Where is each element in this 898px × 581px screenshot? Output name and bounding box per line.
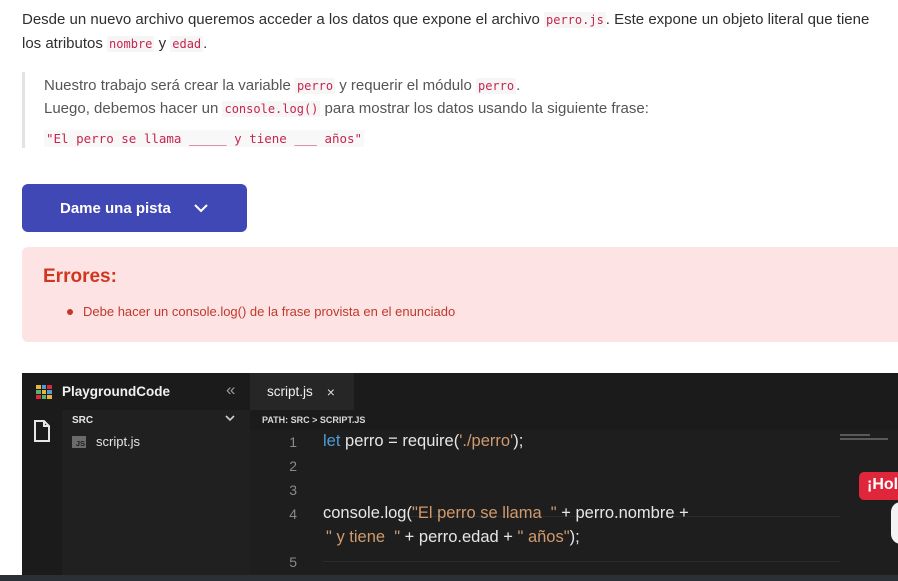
code-token: + perro.edad + <box>400 528 518 546</box>
instructions-blockquote: Nuestro trabajo será crear la variable p… <box>22 72 782 148</box>
intro-text: Desde un nuevo archivo queremos acceder … <box>22 11 544 28</box>
instruction-text: para mostrar los datos usando la siguien… <box>320 99 649 117</box>
greeting-badge[interactable]: ¡Hola <box>859 472 898 500</box>
minimap-line <box>840 438 888 440</box>
bottom-bar <box>0 575 898 581</box>
code-token: + perro.nombre + <box>556 504 689 522</box>
line-number: 1 <box>289 434 297 450</box>
line-number: 3 <box>289 482 297 498</box>
chevron-down-icon <box>225 414 235 425</box>
chevron-down-icon <box>193 203 209 213</box>
intro-text: y <box>154 35 171 52</box>
floating-widget[interactable] <box>891 502 898 544</box>
code-line-4-wrap: " y tiene " + perro.edad + " años"); <box>326 528 580 547</box>
errors-title: Errores: <box>43 266 117 287</box>
path-breadcrumb: PATH: SRC > SCRIPT.JS <box>250 410 898 430</box>
minimap[interactable] <box>840 430 898 581</box>
editor-brand-bar: PlaygroundCode « <box>22 373 250 410</box>
variable-code: perro <box>294 78 336 94</box>
activity-bar <box>22 410 62 581</box>
instruction-text: Luego, debemos hacer un <box>44 99 223 117</box>
attr-nombre-code: nombre <box>107 36 155 52</box>
hint-button-label: Dame una pista <box>60 199 171 217</box>
instruction-text: y requerir el módulo <box>335 77 476 94</box>
string-token: "El perro se llama " <box>411 504 557 522</box>
console-log-code: console.log() <box>222 100 321 117</box>
folder-src[interactable]: SRC <box>62 413 250 429</box>
exercise-intro: Desde un nuevo archivo queremos acceder … <box>22 8 892 56</box>
code-token: perro = require( <box>340 432 460 450</box>
instruction-line-1: Nuestro trabajo será crear la variable p… <box>44 75 782 98</box>
code-token: console.log( <box>323 504 412 522</box>
tab-script-js[interactable]: script.js × <box>250 373 354 410</box>
files-icon[interactable] <box>33 420 51 447</box>
hint-button[interactable]: Dame una pista <box>22 184 247 232</box>
code-editor: PlaygroundCode « script.js × SRC JS scri… <box>22 373 898 581</box>
errors-panel: Errores: Debe hacer un console.log() de … <box>22 247 898 342</box>
instruction-text: Nuestro trabajo será crear la variable <box>44 77 295 94</box>
line-number: 4 <box>289 506 297 522</box>
code-line-1: let perro = require('./perro'); <box>323 432 523 451</box>
close-icon[interactable]: × <box>327 384 335 400</box>
line-number: 5 <box>289 554 297 570</box>
code-token: ); <box>513 432 524 450</box>
instruction-line-2: Luego, debemos hacer un console.log() pa… <box>44 98 782 121</box>
file-label: script.js <box>96 434 141 449</box>
code-token: ); <box>569 528 580 546</box>
line-number: 2 <box>289 458 297 474</box>
phrase-code: "El perro se llama _____ y tiene ___ año… <box>44 130 365 147</box>
file-explorer: SRC JS script.js <box>62 410 250 581</box>
file-code: perro.js <box>544 12 606 28</box>
attr-edad-code: edad <box>170 36 204 52</box>
errors-list: Debe hacer un console.log() de la frase … <box>67 304 455 319</box>
error-item: Debe hacer un console.log() de la frase … <box>67 304 455 319</box>
file-script-js[interactable]: JS script.js <box>72 434 140 449</box>
js-file-icon: JS <box>72 435 86 448</box>
string-token: " y tiene " <box>326 528 401 546</box>
folder-label: SRC <box>72 415 94 426</box>
keyword-token: let <box>323 432 341 450</box>
string-token: './perro' <box>459 432 514 450</box>
tab-label: script.js <box>267 384 313 399</box>
editor-brand: PlaygroundCode <box>62 384 171 399</box>
string-token: " años" <box>517 528 570 546</box>
instruction-text: . <box>516 77 521 94</box>
collapse-sidebar-icon[interactable]: « <box>226 380 235 400</box>
intro-text: . <box>203 35 208 52</box>
editor-tab-bar: script.js × <box>250 373 898 410</box>
code-area[interactable]: 1 2 3 4 5 let perro = require('./perro')… <box>250 430 898 581</box>
minimap-line <box>840 434 870 436</box>
playground-logo-icon <box>36 385 52 399</box>
code-line-4: console.log("El perro se llama " + perro… <box>323 504 689 523</box>
module-code: perro <box>475 78 517 94</box>
